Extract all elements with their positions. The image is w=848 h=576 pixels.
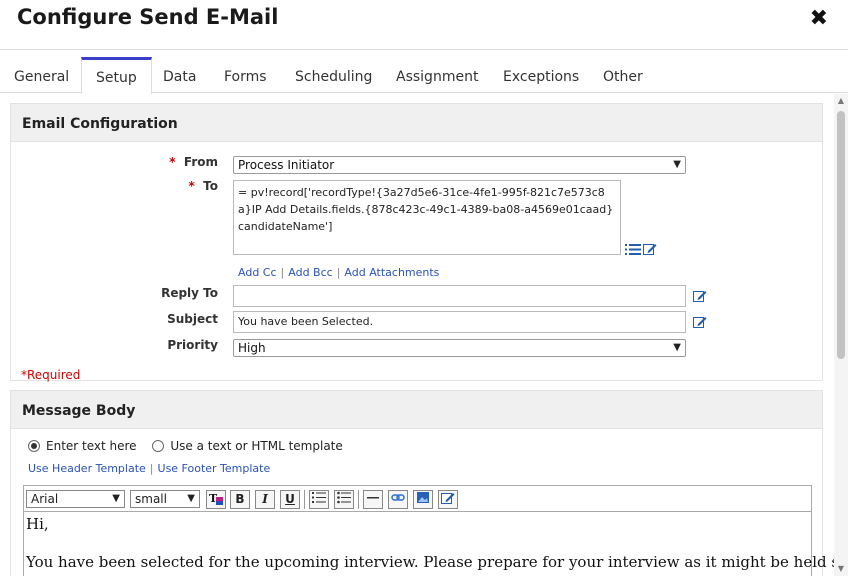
radio-checked-icon[interactable] bbox=[28, 440, 40, 452]
underline-icon: U bbox=[285, 492, 295, 506]
add-cc-link[interactable]: Add Cc bbox=[238, 266, 277, 279]
bold-icon: B bbox=[235, 492, 245, 506]
ordered-list-icon bbox=[312, 492, 326, 503]
chevron-down-icon: ▼ bbox=[187, 493, 195, 504]
reply-to-label: Reply To bbox=[161, 286, 218, 300]
tab-assignment[interactable]: Assignment bbox=[382, 57, 492, 93]
from-select-value: Process Initiator bbox=[238, 158, 335, 172]
email-configuration-panel: Email Configuration * From Process Initi… bbox=[10, 103, 823, 382]
tab-other[interactable]: Other bbox=[589, 57, 657, 93]
unordered-list-button[interactable] bbox=[334, 490, 354, 509]
dialog-title: Configure Send E-Mail bbox=[17, 5, 279, 29]
scroll-down-arrow-icon[interactable]: ▼ bbox=[836, 564, 846, 574]
link-icon bbox=[391, 494, 405, 501]
bold-button[interactable]: B bbox=[230, 490, 250, 509]
radio-unchecked-icon[interactable] bbox=[152, 440, 165, 452]
link-separator: | bbox=[149, 462, 154, 475]
editor-toolbar: Arial ▼ small ▼ T B I U bbox=[24, 486, 811, 512]
text-color-icon: T bbox=[209, 492, 223, 505]
bullet-list-icon bbox=[337, 491, 351, 504]
required-note: *Required bbox=[21, 368, 81, 382]
italic-icon: I bbox=[262, 492, 268, 506]
tab-setup[interactable]: Setup bbox=[81, 57, 152, 94]
reply-to-input[interactable] bbox=[233, 285, 686, 307]
horizontal-rule-icon bbox=[367, 497, 379, 499]
font-size-value: small bbox=[135, 492, 167, 506]
toolbar-divider bbox=[358, 490, 359, 509]
enter-text-label: Enter text here bbox=[46, 439, 137, 453]
template-option-label: Use a text or HTML template bbox=[170, 439, 343, 453]
message-body-panel: Message Body Enter text here Use a text … bbox=[10, 390, 834, 576]
editor-body[interactable]: Hi, You have been selected for the upcom… bbox=[24, 512, 834, 576]
horizontal-rule-button[interactable] bbox=[363, 490, 383, 509]
vertical-scrollbar[interactable]: ▲ ▼ bbox=[834, 94, 848, 576]
toolbar-divider bbox=[304, 490, 305, 509]
link-separator: | bbox=[336, 266, 341, 279]
required-marker: * bbox=[188, 179, 195, 193]
dialog-header: Configure Send E-Mail ✖ bbox=[0, 0, 848, 50]
enter-text-option[interactable]: Enter text here bbox=[28, 439, 137, 453]
scroll-thumb[interactable] bbox=[837, 111, 845, 359]
template-option[interactable]: Use a text or HTML template bbox=[152, 439, 343, 453]
from-select[interactable]: Process Initiator ▼ bbox=[233, 156, 686, 174]
font-family-value: Arial bbox=[31, 492, 59, 506]
tab-exceptions[interactable]: Exceptions bbox=[489, 57, 593, 93]
add-bcc-link[interactable]: Add Bcc bbox=[288, 266, 332, 279]
priority-select[interactable]: High ▼ bbox=[233, 339, 686, 357]
from-label: * From bbox=[98, 155, 218, 169]
body-source-options: Enter text here Use a text or HTML templ… bbox=[28, 439, 343, 453]
chevron-down-icon: ▼ bbox=[673, 342, 681, 353]
insert-image-button[interactable] bbox=[413, 490, 433, 509]
body-paragraph: You have been selected for the upcoming … bbox=[26, 553, 834, 571]
recipient-links: Add Cc | Add Bcc | Add Attachments bbox=[238, 266, 439, 279]
edit-expression-button[interactable] bbox=[438, 490, 458, 509]
edit-expression-icon[interactable] bbox=[693, 289, 707, 302]
edit-expression-icon bbox=[441, 493, 455, 504]
scroll-up-arrow-icon[interactable]: ▲ bbox=[836, 96, 846, 106]
image-icon bbox=[417, 492, 429, 503]
use-footer-template-link[interactable]: Use Footer Template bbox=[158, 462, 271, 475]
rich-text-editor: Arial ▼ small ▼ T B I U Hi, You have bee… bbox=[23, 485, 834, 576]
font-family-select[interactable]: Arial ▼ bbox=[26, 490, 125, 508]
tab-data[interactable]: Data bbox=[149, 57, 210, 93]
tab-scheduling[interactable]: Scheduling bbox=[281, 57, 386, 93]
tab-forms[interactable]: Forms bbox=[210, 57, 281, 93]
text-color-button[interactable]: T bbox=[206, 490, 226, 509]
chevron-down-icon: ▼ bbox=[673, 159, 681, 170]
message-body-heading: Message Body bbox=[11, 391, 822, 429]
edit-expression-icon[interactable] bbox=[693, 315, 707, 328]
font-size-select[interactable]: small ▼ bbox=[130, 490, 200, 508]
to-label: * To bbox=[98, 179, 218, 193]
template-links: Use Header Template | Use Footer Template bbox=[28, 462, 270, 475]
list-icon[interactable] bbox=[625, 243, 641, 256]
email-configuration-heading: Email Configuration bbox=[11, 104, 822, 142]
subject-label: Subject bbox=[167, 312, 218, 326]
italic-button[interactable]: I bbox=[255, 490, 275, 509]
to-label-text: To bbox=[203, 179, 218, 193]
ordered-list-button[interactable] bbox=[309, 490, 329, 509]
add-attachments-link[interactable]: Add Attachments bbox=[344, 266, 439, 279]
tab-general[interactable]: General bbox=[0, 57, 83, 93]
chevron-down-icon: ▼ bbox=[112, 493, 120, 504]
to-expression-field[interactable]: = pv!record['recordType!{3a27d5e6-31ce-4… bbox=[233, 180, 621, 255]
required-marker: * bbox=[169, 155, 176, 169]
tab-content: Email Configuration * From Process Initi… bbox=[0, 94, 834, 576]
body-greeting: Hi, bbox=[26, 515, 49, 533]
subject-input[interactable]: You have been Selected. bbox=[233, 311, 686, 333]
from-label-text: From bbox=[183, 155, 218, 169]
priority-select-value: High bbox=[238, 341, 266, 355]
use-header-template-link[interactable]: Use Header Template bbox=[28, 462, 146, 475]
tab-bar: General Setup Data Forms Scheduling Assi… bbox=[0, 57, 848, 94]
close-icon[interactable]: ✖ bbox=[810, 6, 828, 31]
edit-expression-icon[interactable] bbox=[643, 242, 657, 255]
link-separator: | bbox=[280, 266, 285, 279]
underline-button[interactable]: U bbox=[280, 490, 300, 509]
priority-label: Priority bbox=[167, 338, 218, 352]
insert-link-button[interactable] bbox=[388, 490, 408, 509]
